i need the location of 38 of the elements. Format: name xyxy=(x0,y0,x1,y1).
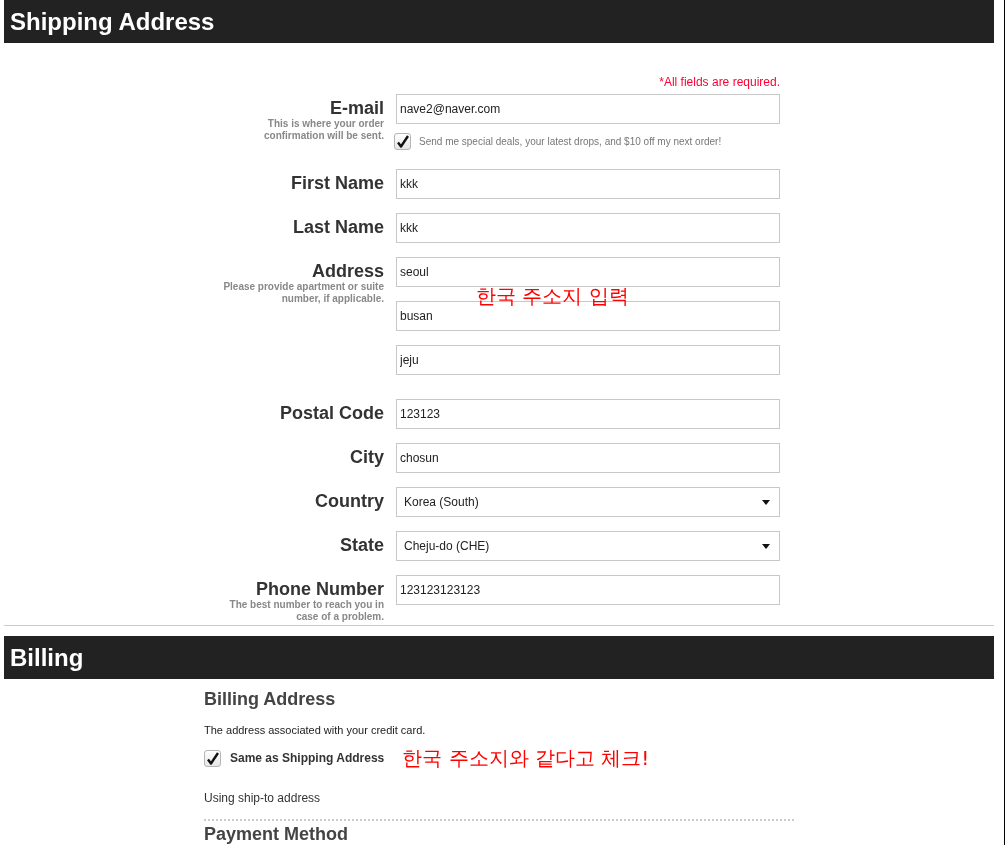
checkbox[interactable] xyxy=(204,749,221,767)
field-hint: The best number to reach you in case of a problem. xyxy=(228,599,384,623)
status-text: Using ship-to address xyxy=(204,791,321,805)
annotation-text: 한국 주소지와 같다고 체크! xyxy=(402,746,650,770)
text-field[interactable]: kkk xyxy=(396,213,780,243)
required-note: *All fields are required. xyxy=(659,75,780,89)
field-label: Last Name xyxy=(292,217,384,237)
field-hint: This is where your order confirmation will be sent. xyxy=(263,118,384,142)
field-label: Address xyxy=(311,261,384,281)
checkmark-icon xyxy=(206,751,219,765)
text-field[interactable]: chosun xyxy=(396,443,780,473)
field-label: Phone Number xyxy=(256,579,384,599)
field-hint: Please provide apartment or suite number, if applicable. xyxy=(222,281,384,305)
caret-icon xyxy=(762,543,770,549)
dropdown[interactable]: Cheju-do (CHE) xyxy=(396,531,780,561)
text-field[interactable]: kkk xyxy=(396,169,780,199)
field-label: City xyxy=(350,447,384,467)
section-title: Shipping Address xyxy=(10,7,215,36)
checkbox[interactable] xyxy=(394,133,411,150)
field-label: E-mail xyxy=(329,98,384,118)
caret-icon xyxy=(762,499,770,505)
checkbox-label: Send me special deals, your latest drops, and $10 off my next order! xyxy=(419,135,722,148)
section-heading: Payment Method xyxy=(204,824,349,844)
text-field[interactable]: seoul xyxy=(396,257,780,287)
checkmark-icon xyxy=(396,135,409,148)
field-label: Postal Code xyxy=(279,403,384,423)
field-label: Country xyxy=(315,491,384,511)
section-note: The address associated with your credit card. xyxy=(204,724,426,737)
section-title: Billing xyxy=(10,643,84,672)
field-label: First Name xyxy=(290,173,384,193)
text-field[interactable]: 123123 xyxy=(396,399,780,429)
dropdown[interactable]: Korea (South) xyxy=(396,487,780,517)
text-field[interactable]: jeju xyxy=(396,345,780,375)
text-field[interactable]: 123123123123 xyxy=(396,575,780,605)
checkbox-label: Same as Shipping Address xyxy=(230,751,385,765)
field-label: State xyxy=(340,535,384,555)
text-field[interactable]: nave2@naver.com xyxy=(396,94,780,124)
section-heading: Billing Address xyxy=(204,689,336,709)
